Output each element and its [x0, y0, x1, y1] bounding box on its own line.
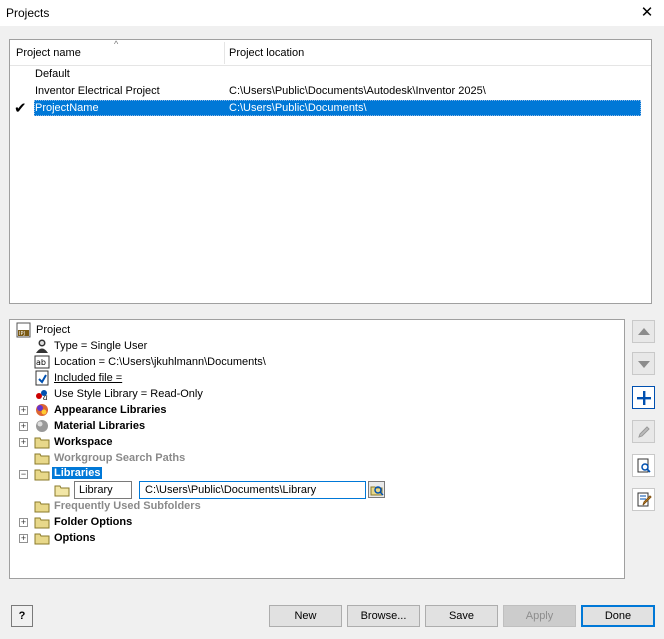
svg-text:a: a — [43, 393, 48, 402]
magnifier-folder-icon — [370, 486, 384, 496]
edit-path-button[interactable] — [632, 420, 655, 443]
tree-node-label: Libraries — [52, 467, 103, 479]
pencil-icon — [638, 426, 650, 438]
done-button[interactable]: Done — [581, 605, 655, 627]
window-title: Projects — [6, 6, 50, 20]
project-location: C:\Users\Public\Documents\Autodesk\Inven… — [229, 85, 486, 97]
project-row-default[interactable]: Default — [10, 66, 651, 83]
project-row-inventor-electrical[interactable]: Inventor Electrical Project C:\Users\Pub… — [10, 83, 651, 100]
column-header-project-location[interactable]: Project location — [229, 47, 304, 59]
find-files-button[interactable] — [632, 454, 655, 477]
appearance-library-icon — [36, 404, 48, 416]
expand-options-icon[interactable]: + — [19, 534, 28, 543]
save-button[interactable]: Save — [425, 605, 498, 627]
help-button[interactable]: ? — [11, 605, 33, 627]
tree-node-label: Appearance Libraries — [54, 404, 167, 416]
browse-button[interactable]: Browse... — [347, 605, 420, 627]
library-name-input[interactable]: Library — [74, 481, 132, 499]
document-search-icon — [637, 458, 651, 473]
projects-list[interactable]: Project name ^ Project location Default … — [9, 39, 652, 304]
user-icon — [36, 339, 48, 353]
included-file-icon — [35, 370, 49, 386]
tree-node-label: Use Style Library = Read-Only — [54, 388, 203, 400]
tree-node-label: Material Libraries — [54, 420, 146, 432]
browse-folder-button[interactable] — [368, 481, 385, 498]
project-location: C:\Users\Public\Documents\ — [229, 102, 367, 114]
active-project-check-icon: ✔ — [14, 100, 27, 117]
collapse-libraries-icon[interactable]: − — [19, 470, 28, 479]
folder-icon — [34, 533, 50, 545]
project-row-projectname[interactable]: ✔ ProjectName C:\Users\Public\Documents\ — [10, 100, 651, 117]
svg-text:ab: ab — [36, 358, 46, 367]
tree-node-label: Frequently Used Subfolders — [54, 500, 201, 512]
project-name: ProjectName — [35, 102, 99, 114]
style-library-icon: a — [36, 390, 48, 402]
triangle-down-icon — [638, 361, 650, 368]
expand-folder-options-icon[interactable]: + — [19, 518, 28, 527]
document-edit-icon — [637, 492, 652, 507]
column-header-project-name[interactable]: Project name — [16, 47, 81, 59]
expand-workspace-icon[interactable]: + — [19, 438, 28, 447]
svg-text:IPJ: IPJ — [19, 331, 25, 337]
folder-icon — [34, 517, 50, 529]
column-divider[interactable] — [224, 42, 225, 64]
triangle-up-icon — [638, 328, 650, 335]
projects-list-header: Project name ^ Project location — [10, 39, 651, 66]
plus-icon — [637, 391, 651, 405]
folder-icon — [54, 485, 70, 497]
tree-node-label: Included file = — [54, 372, 123, 384]
tree-node-label: Location = C:\Users\jkuhlmann\Documents\ — [54, 356, 266, 368]
library-path-input[interactable]: C:\Users\Public\Documents\Library — [139, 481, 366, 499]
add-path-button[interactable] — [632, 386, 655, 409]
folder-icon — [34, 453, 50, 465]
new-button[interactable]: New — [269, 605, 342, 627]
title-bar: Projects ✕ — [0, 0, 664, 26]
project-name: Inventor Electrical Project — [35, 85, 160, 97]
expand-appearance-icon[interactable]: + — [19, 406, 28, 415]
tree-node-label: Project — [36, 324, 71, 336]
material-library-icon — [36, 420, 48, 432]
tree-node-label: Workspace — [54, 436, 113, 448]
move-up-button[interactable] — [632, 320, 655, 343]
project-settings-tree[interactable]: IPJ Project Type = Single User ab Locati… — [9, 319, 625, 579]
text-field-icon: ab — [34, 355, 50, 369]
apply-button[interactable]: Apply — [503, 605, 576, 627]
tree-node-label: Folder Options — [54, 516, 133, 528]
close-icon[interactable]: ✕ — [636, 3, 658, 23]
folder-icon — [34, 501, 50, 513]
sort-ascending-icon: ^ — [114, 39, 119, 49]
edit-project-file-button[interactable] — [632, 488, 655, 511]
tree-node-label: Options — [54, 532, 96, 544]
folder-icon — [34, 437, 50, 449]
expand-material-icon[interactable]: + — [19, 422, 28, 431]
move-down-button[interactable] — [632, 352, 655, 375]
tree-node-label: Workgroup Search Paths — [54, 452, 186, 464]
tree-node-label: Type = Single User — [54, 340, 148, 352]
ipj-file-icon: IPJ — [16, 322, 31, 338]
folder-icon — [34, 469, 50, 481]
project-name: Default — [35, 68, 70, 80]
